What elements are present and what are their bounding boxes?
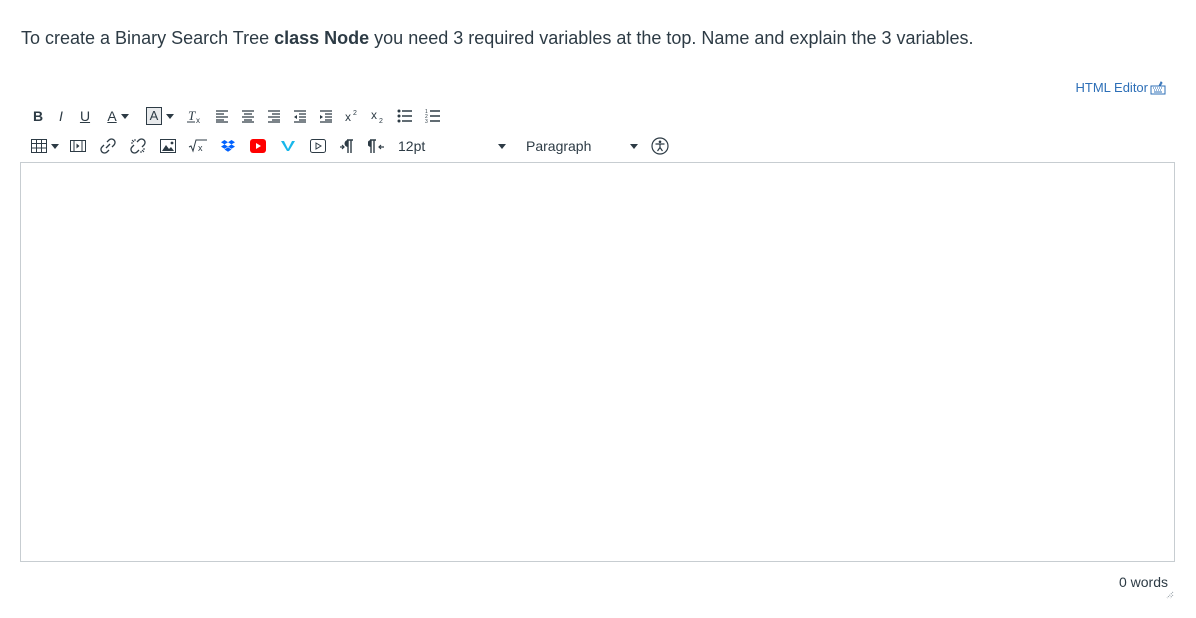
- image-icon: [160, 139, 176, 153]
- chevron-down-icon: [120, 113, 129, 119]
- question-text-bold: class Node: [274, 28, 370, 48]
- word-count: 0 words: [1118, 574, 1168, 590]
- equation-button[interactable]: x: [184, 135, 212, 157]
- link-button[interactable]: [94, 135, 122, 157]
- ltr-direction-button[interactable]: [334, 135, 360, 157]
- block-format-select[interactable]: Paragraph: [506, 135, 638, 157]
- question-text-start: To create a Binary Search Tree: [21, 28, 275, 48]
- table-icon: [31, 139, 47, 153]
- youtube-icon: [250, 139, 266, 153]
- vimeo-button[interactable]: [274, 135, 302, 157]
- image-button[interactable]: [154, 135, 182, 157]
- indent-button[interactable]: [314, 105, 338, 127]
- equation-icon: x: [188, 139, 207, 153]
- formatting-toolbar: B I U A A Tx x2 x2 123: [28, 105, 448, 127]
- svg-text:x: x: [198, 143, 203, 153]
- clear-formatting-icon: Tx: [187, 108, 200, 124]
- accessibility-icon: [651, 137, 669, 155]
- rtl-direction-button[interactable]: [362, 135, 392, 157]
- italic-button[interactable]: I: [50, 105, 72, 127]
- numbered-list-button[interactable]: 123: [420, 105, 446, 127]
- html-editor-toggle[interactable]: HTML Editor: [1076, 80, 1166, 95]
- rich-text-editor-body[interactable]: [20, 162, 1175, 562]
- svg-text:2: 2: [379, 118, 383, 124]
- media-button[interactable]: [64, 135, 92, 157]
- align-right-icon: [268, 110, 280, 123]
- bullet-list-icon: [397, 109, 412, 123]
- align-left-icon: [216, 110, 228, 123]
- ltr-paragraph-icon: [340, 139, 353, 153]
- question-text: To create a Binary Search Tree class Nod…: [21, 28, 974, 49]
- chevron-down-icon: [630, 143, 638, 149]
- dropbox-icon: [221, 140, 235, 152]
- subscript-button[interactable]: x2: [366, 105, 390, 127]
- svg-text:T: T: [188, 108, 196, 123]
- resize-handle-icon[interactable]: [1166, 586, 1174, 604]
- unlink-button[interactable]: [124, 135, 152, 157]
- svg-text:x: x: [196, 116, 200, 124]
- embed-media-button[interactable]: [304, 135, 332, 157]
- outdent-button[interactable]: [288, 105, 312, 127]
- media-icon: [70, 140, 86, 152]
- align-center-icon: [242, 110, 254, 123]
- svg-text:2: 2: [353, 110, 357, 117]
- block-format-value: Paragraph: [526, 138, 592, 154]
- svg-text:3: 3: [425, 119, 428, 124]
- align-left-button[interactable]: [210, 105, 234, 127]
- rtl-paragraph-icon: [368, 139, 384, 153]
- question-text-end: you need 3 required variables at the top…: [369, 28, 974, 48]
- align-center-button[interactable]: [236, 105, 260, 127]
- svg-text:x: x: [371, 108, 377, 122]
- outdent-icon: [294, 110, 306, 123]
- svg-text:x: x: [345, 110, 351, 123]
- insert-toolbar: x 12pt Paragraph: [28, 135, 674, 157]
- chevron-down-icon: [166, 113, 174, 119]
- accessibility-checker-button[interactable]: [648, 135, 672, 157]
- embed-media-icon: [310, 139, 326, 153]
- chevron-down-icon: [498, 143, 506, 149]
- chevron-down-icon: [51, 143, 59, 149]
- background-color-icon: A: [146, 107, 162, 125]
- keyboard-icon: [1150, 80, 1166, 95]
- dropbox-button[interactable]: [214, 135, 242, 157]
- bold-button[interactable]: B: [28, 105, 48, 127]
- align-right-button[interactable]: [262, 105, 286, 127]
- clear-formatting-button[interactable]: Tx: [182, 105, 208, 127]
- subscript-icon: x2: [371, 108, 383, 124]
- bullet-list-button[interactable]: [392, 105, 418, 127]
- text-color-icon: A: [107, 108, 117, 124]
- unlink-icon: [130, 138, 146, 154]
- html-editor-label: HTML Editor: [1075, 80, 1148, 95]
- link-icon: [100, 138, 116, 154]
- indent-icon: [320, 110, 332, 123]
- table-button[interactable]: [28, 135, 62, 157]
- vimeo-icon: [281, 141, 295, 151]
- font-size-select[interactable]: 12pt: [394, 135, 506, 157]
- numbered-list-icon: 123: [425, 109, 440, 124]
- superscript-icon: x2: [345, 110, 357, 123]
- background-color-button[interactable]: A: [140, 105, 180, 127]
- youtube-button[interactable]: [244, 135, 272, 157]
- underline-button[interactable]: U: [74, 105, 96, 127]
- font-size-value: 12pt: [398, 138, 426, 154]
- superscript-button[interactable]: x2: [340, 105, 364, 127]
- text-color-button[interactable]: A: [98, 105, 138, 127]
